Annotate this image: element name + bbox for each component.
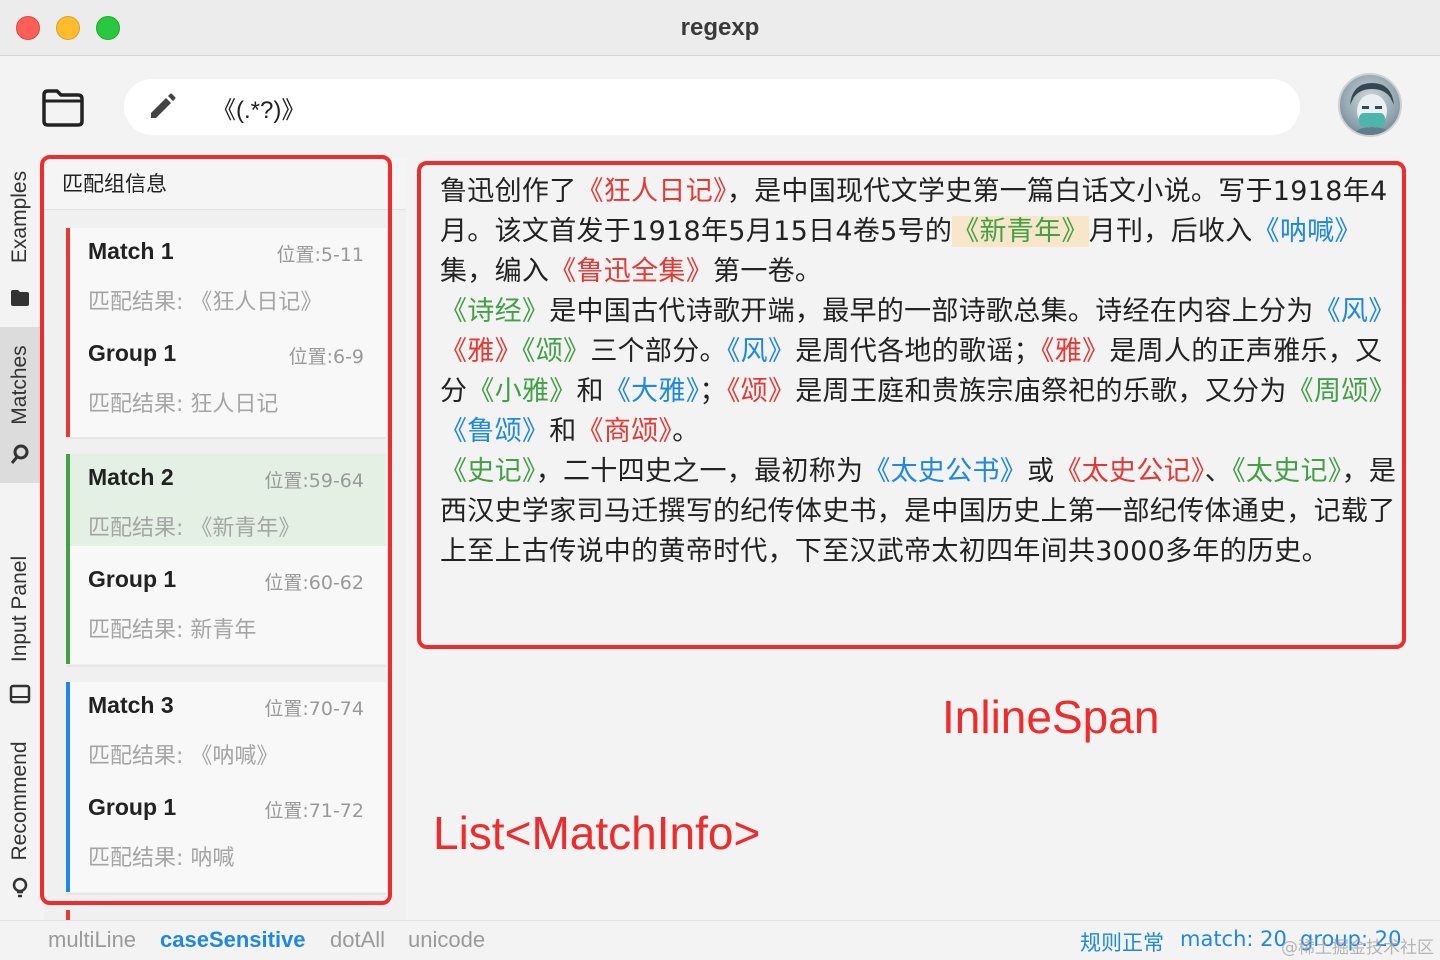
tab-examples-label: Examples — [8, 170, 31, 264]
text-span: 和 — [576, 376, 604, 407]
match-span: 《诗经》 — [440, 296, 550, 327]
tab-input-panel-label: Input Panel — [8, 555, 31, 663]
flag-unicode[interactable]: unicode — [408, 927, 485, 953]
annotation-label-inlinespan: InlineSpan — [942, 691, 1160, 743]
text-span: 是中国古代诗歌开端，最早的一部诗歌总集。诗经在内容上分为 — [549, 296, 1314, 327]
match-position: 位置:70-74 — [264, 698, 364, 720]
user-avatar[interactable] — [1338, 73, 1402, 137]
panel-header: 匹配组信息 — [44, 158, 406, 210]
match-card-2[interactable]: Match 2 位置:59-64 匹配结果: 《新青年》 Group 1 位置:… — [66, 454, 386, 664]
match-span: 《大雅》 — [603, 376, 700, 407]
search-tab-icon — [9, 443, 31, 465]
group-position: 位置:60-62 — [264, 572, 364, 594]
paragraph-2: 《诗经》是中国古代诗歌开端，最早的一部诗歌总集。诗经在内容上分为《风》《雅》《颂… — [440, 292, 1398, 452]
text-span: ，二十四史之一，最初称为 — [535, 456, 864, 487]
text-span: 是周代各地的歌谣； — [795, 336, 1041, 367]
match-result: 匹配结果: 《狂人日记》 — [88, 290, 323, 315]
watermark: @稀土掘金技术社区 — [1281, 938, 1434, 958]
text-span: 。 — [672, 416, 700, 447]
next-match-edge — [66, 910, 70, 920]
input-panel-icon — [9, 683, 31, 705]
paragraph-3: 《史记》，二十四史之一，最初称为《太史公书》或《太史公记》、《太史记》，是西汉史… — [440, 452, 1398, 572]
folder-tab-icon — [9, 287, 31, 309]
group-result: 匹配结果: 呐喊 — [88, 846, 235, 871]
match-span-selected: 《新青年》 — [952, 216, 1089, 247]
group-title: Group 1 — [88, 794, 177, 820]
match-card-3[interactable]: Match 3 位置:70-74 匹配结果: 《呐喊》 Group 1 位置:7… — [66, 682, 386, 892]
text-span: 集，编入 — [440, 256, 550, 287]
match-position: 位置:59-64 — [264, 470, 364, 492]
match-span: 《周颂》 — [1286, 376, 1396, 407]
flag-dotall[interactable]: dotAll — [330, 927, 385, 953]
flag-case-sensitive[interactable]: caseSensitive — [160, 927, 306, 953]
match-span: 《史记》 — [440, 456, 536, 487]
window-title: regexp — [680, 14, 760, 41]
text-span: 第一卷。 — [713, 256, 823, 287]
text-span: 月刊，后收入 — [1088, 216, 1253, 247]
title-bar: regexp — [0, 0, 1440, 56]
match-span: 《呐喊》 — [1252, 216, 1362, 247]
highlighted-text[interactable]: 鲁迅创作了《狂人日记》，是中国现代文学史第一篇白话文小说。写于1918年4月。该… — [440, 172, 1398, 632]
regex-input-box[interactable] — [124, 79, 1300, 135]
match-span: 《太史记》 — [1232, 456, 1342, 487]
match-title: Match 3 — [88, 692, 174, 718]
flag-multiline[interactable]: multiLine — [48, 927, 136, 953]
match-count: match: 20 — [1180, 927, 1287, 951]
group-title: Group 1 — [88, 340, 177, 366]
group-position: 位置:6-9 — [288, 346, 364, 368]
text-span: 鲁迅创作了 — [440, 176, 577, 207]
match-info-panel: 匹配组信息 Match 1 位置:5-11 匹配结果: 《狂人日记》 Group… — [44, 158, 406, 920]
annotation-label-list: List<MatchInfo> — [433, 807, 761, 859]
text-span: ； — [699, 376, 727, 407]
match-span: 《鲁颂》 — [440, 416, 550, 447]
match-span: 《风》 — [1313, 296, 1396, 327]
group-result: 匹配结果: 狂人日记 — [88, 392, 279, 417]
rule-status: 规则正常 — [1080, 931, 1164, 955]
match-span: 《太史公记》 — [1054, 456, 1205, 487]
tab-recommend[interactable]: Recommend — [0, 727, 40, 907]
pencil-icon[interactable] — [146, 91, 178, 123]
folder-icon[interactable] — [40, 87, 86, 127]
divider — [66, 893, 386, 895]
tab-input-panel[interactable]: Input Panel — [0, 537, 40, 713]
paragraph-1: 鲁迅创作了《狂人日记》，是中国现代文学史第一篇白话文小说。写于1918年4月。该… — [440, 172, 1398, 292]
tab-examples[interactable]: Examples — [0, 157, 40, 317]
side-tab-bar: Examples Matches Input Panel Recommend — [0, 157, 40, 920]
match-span: 《商颂》 — [576, 416, 673, 447]
text-span: 和 — [549, 416, 577, 447]
match-span: 《颂》 — [726, 376, 796, 407]
tab-matches[interactable]: Matches — [0, 327, 40, 483]
tab-matches-label: Matches — [8, 345, 31, 425]
match-result: 匹配结果: 《新青年》 — [88, 516, 301, 541]
match-title: Match 2 — [88, 464, 174, 490]
text-span: 三个部分。 — [590, 336, 727, 367]
lightbulb-icon — [9, 877, 31, 899]
match-card-1[interactable]: Match 1 位置:5-11 匹配结果: 《狂人日记》 Group 1 位置:… — [66, 228, 386, 438]
match-span: 《雅》 — [1040, 336, 1110, 367]
group-title: Group 1 — [88, 566, 177, 592]
match-span: 《太史公书》 — [863, 456, 1028, 487]
match-span: 《颂》 — [521, 336, 591, 367]
match-span: 《狂人日记》 — [576, 176, 727, 207]
tab-recommend-label: Recommend — [8, 741, 31, 861]
divider — [66, 437, 386, 439]
match-result: 匹配结果: 《呐喊》 — [88, 744, 279, 769]
regex-pattern-input[interactable] — [212, 87, 1272, 127]
match-span: 《小雅》 — [467, 376, 577, 407]
match-span: 《风》 — [726, 336, 796, 367]
match-position: 位置:5-11 — [276, 244, 364, 266]
toolbar — [0, 57, 1440, 157]
divider — [66, 665, 386, 667]
text-span: 是周王庭和贵族宗庙祭祀的乐歌，又分为 — [795, 376, 1287, 407]
match-title: Match 1 — [88, 238, 174, 264]
text-span: 、 — [1204, 456, 1233, 487]
text-span: 或 — [1027, 456, 1055, 487]
group-result: 匹配结果: 新青年 — [88, 618, 257, 643]
status-bar: multiLine caseSensitive dotAll unicode 规… — [0, 920, 1440, 960]
group-position: 位置:71-72 — [264, 800, 364, 822]
match-span: 《雅》 — [440, 336, 522, 367]
match-span: 《鲁迅全集》 — [549, 256, 714, 287]
